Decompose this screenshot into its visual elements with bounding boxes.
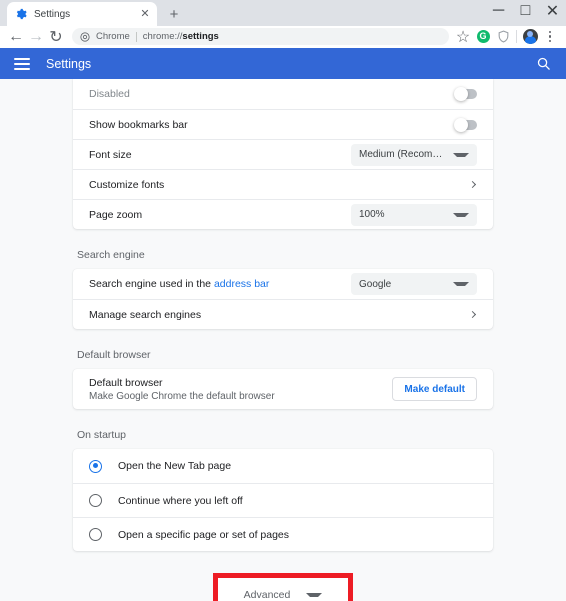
three-dot-menu-icon[interactable] (540, 27, 560, 47)
tab-title: Settings (34, 8, 71, 20)
page-zoom-value: 100% (359, 209, 385, 220)
forward-icon[interactable]: → (26, 27, 46, 47)
advanced-highlight-annotation: Advanced (73, 573, 493, 601)
row-default-browser: Default browser Make Google Chrome the d… (73, 369, 493, 409)
section-title-on-startup: On startup (77, 429, 127, 441)
address-bar-link[interactable]: address bar (214, 278, 269, 290)
radio-label: Open the New Tab page (118, 460, 232, 472)
row-label: Font size (89, 148, 132, 161)
chrome-circle-icon (80, 31, 90, 42)
row-label: Disabled (89, 88, 130, 100)
make-default-button[interactable]: Make default (392, 377, 477, 401)
chevron-down-icon (453, 152, 469, 157)
site-label: Chrome (96, 31, 130, 42)
hamburger-menu-icon[interactable] (14, 57, 30, 70)
section-title-search-engine: Search engine (77, 249, 145, 261)
settings-content: Disabled Show bookmarks bar Font size Me… (73, 79, 493, 601)
browser-toolbar: ← → ↻ Chrome chrome://settings ☆ G (0, 26, 566, 48)
font-size-dropdown[interactable]: Medium (Recommended) (351, 143, 477, 166)
window-controls: ─ □ ✕ (485, 0, 566, 22)
row-customize-fonts[interactable]: Customize fonts (73, 169, 493, 199)
avatar (522, 29, 538, 44)
search-icon[interactable] (534, 55, 552, 73)
radio-button[interactable] (89, 494, 102, 507)
close-icon[interactable]: ✕ (138, 7, 152, 21)
bookmark-star-icon[interactable]: ☆ (453, 27, 473, 47)
reload-icon[interactable]: ↻ (46, 27, 66, 47)
maximize-icon[interactable]: □ (512, 0, 539, 22)
advanced-label: Advanced (243, 589, 291, 601)
extension-green-icon[interactable]: G (473, 27, 493, 47)
row-show-bookmarks-bar[interactable]: Show bookmarks bar (73, 109, 493, 139)
extension-letter: G (476, 30, 490, 43)
close-window-icon[interactable]: ✕ (539, 0, 566, 22)
row-manage-search-engines[interactable]: Manage search engines (73, 299, 493, 329)
row-page-zoom[interactable]: Page zoom 100% (73, 199, 493, 229)
row-font-size[interactable]: Font size Medium (Recommended) (73, 139, 493, 169)
advanced-button[interactable]: Advanced (212, 573, 354, 601)
shield-icon[interactable] (493, 27, 513, 47)
chevron-down-icon (453, 282, 469, 286)
radio-button[interactable] (89, 459, 102, 473)
row-label: Customize fonts (89, 178, 165, 191)
browser-tab-settings[interactable]: Settings ✕ (7, 2, 157, 26)
row-label: Manage search engines (89, 308, 202, 321)
radio-button[interactable] (89, 528, 102, 541)
url-prefix: chrome:// (142, 31, 183, 42)
row-label: Show bookmarks bar (89, 118, 188, 131)
row-label-prefix: Search engine used in the (89, 278, 214, 290)
section-title-default-browser: Default browser (77, 349, 151, 361)
new-tab-button[interactable]: + (163, 3, 185, 25)
url-text: chrome://settings (143, 31, 219, 42)
default-browser-card: Default browser Make Google Chrome the d… (73, 369, 493, 409)
url-path: settings (182, 31, 219, 42)
toolbar-divider (516, 30, 517, 43)
toggle-disabled[interactable] (454, 87, 477, 101)
row-label: Page zoom (89, 208, 143, 221)
chevron-down-icon (306, 593, 323, 597)
row-label: Search engine used in the address bar (89, 278, 351, 290)
chevron-right-icon (469, 311, 477, 319)
row-sublabel: Make Google Chrome the default browser (89, 390, 275, 402)
row-disabled[interactable]: Disabled (73, 79, 493, 109)
toggle-show-bookmarks-bar[interactable] (454, 117, 477, 132)
settings-content-area: Disabled Show bookmarks bar Font size Me… (0, 79, 566, 601)
address-bar[interactable]: Chrome chrome://settings (72, 28, 449, 45)
three-dot-glyph (548, 30, 552, 43)
minimize-icon[interactable]: ─ (485, 0, 512, 22)
search-engine-card: Search engine used in the address bar Go… (73, 269, 493, 329)
search-glyph (537, 57, 550, 70)
settings-header: Settings (0, 48, 566, 79)
shield-glyph (498, 30, 508, 43)
row-label: Default browser (89, 376, 163, 389)
page-title: Settings (46, 56, 92, 71)
settings-gear-icon (16, 8, 27, 20)
default-browser-text: Default browser Make Google Chrome the d… (89, 377, 392, 402)
chevron-right-icon (469, 181, 477, 189)
page-zoom-dropdown[interactable]: 100% (351, 203, 477, 226)
chevron-down-icon (453, 212, 469, 217)
profile-avatar-button[interactable] (520, 27, 540, 47)
radio-row-new-tab-page[interactable]: Open the New Tab page (73, 449, 493, 483)
back-icon[interactable]: ← (6, 27, 26, 47)
radio-label: Open a specific page or set of pages (118, 528, 290, 541)
radio-label: Continue where you left off (118, 494, 243, 507)
radio-row-specific-pages[interactable]: Open a specific page or set of pages (73, 517, 493, 551)
omnibox-divider (135, 31, 137, 42)
appearance-card: Disabled Show bookmarks bar Font size Me… (73, 79, 493, 229)
search-engine-value: Google (359, 278, 392, 290)
font-size-value: Medium (Recommended) (359, 149, 449, 160)
tab-strip: Settings ✕ + ─ □ ✕ (0, 0, 566, 26)
row-search-engine-used[interactable]: Search engine used in the address bar Go… (73, 269, 493, 299)
radio-row-continue-where-left-off[interactable]: Continue where you left off (73, 483, 493, 517)
on-startup-card: Open the New Tab page Continue where you… (73, 449, 493, 551)
search-engine-dropdown[interactable]: Google (351, 273, 477, 295)
